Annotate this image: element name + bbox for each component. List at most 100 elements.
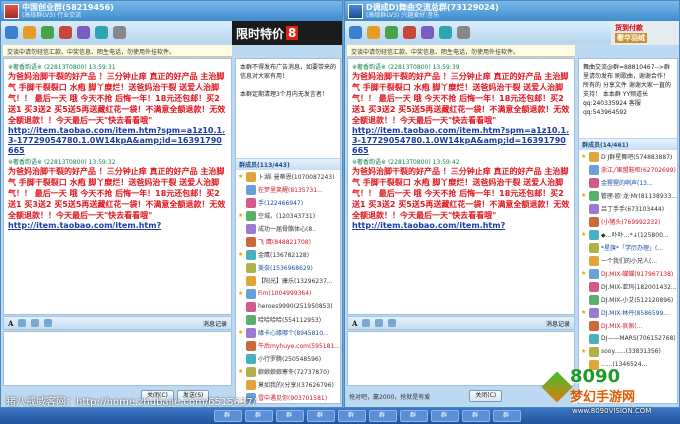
group-sidebar: 本群不得发布广告消息，如要带来的信息对大家有用！ 本群定期清理3个月内无发言者！… [235, 58, 341, 404]
album-icon[interactable] [41, 25, 54, 39]
message-link[interactable]: http://item.taobao.com/item.htm? [352, 221, 570, 231]
member-row[interactable]: heroes9990(251950853) [236, 300, 340, 313]
member-row[interactable]: DJ.MIX-哀佩(... [579, 319, 677, 332]
member-row[interactable]: 吕丁手手(673103444) [579, 202, 677, 215]
chat-icon[interactable] [5, 25, 18, 39]
taskbar-item[interactable]: 群 [400, 410, 428, 422]
taskbar-item[interactable]: 群 [276, 410, 304, 422]
chat-icon[interactable] [349, 25, 362, 39]
member-row[interactable]: ★ ◆…卟卟…*↓(125800... [579, 228, 677, 241]
taskbar-item[interactable]: 群 [245, 410, 273, 422]
share-icon[interactable] [77, 25, 90, 39]
member-list[interactable]: ★ D J群星舞吧(574883887) 浙江╱果盟鞋柜(62702699) 金猩猩的… [579, 150, 677, 371]
member-list[interactable]: ★ 卜湖i 曼蒂恩(1070087243) 在梦里笑醒(8135731... 手(12… [236, 170, 340, 403]
image-icon[interactable] [31, 319, 40, 327]
chat-history[interactable]: ※奢香韵语※ (22813T0800) 13:59:39 为爸妈治脚干裂的好产品… [347, 58, 575, 315]
message-link[interactable]: http://item.taobao.com/item.htm? [8, 221, 227, 231]
member-row[interactable]: 金猩猩的哨声(13... [579, 176, 677, 189]
member-row[interactable]: 美奈(1536968629) [236, 261, 340, 274]
title-bar[interactable]: D调成D)舞曲交流总群(73129024) (高级群LV3) 兴趣爱好:音乐 [345, 1, 679, 21]
chat-history[interactable]: ※奢香韵语※ (22813T0800) 13:59:31 为爸妈治脚干裂的好产品… [3, 58, 232, 315]
screenshot-icon[interactable] [44, 319, 53, 327]
member-row[interactable]: 莫如我的(分享)(37626796) [236, 378, 340, 391]
member-row[interactable]: 午后myhuye.com(595181... [236, 339, 340, 352]
admin-star-icon [581, 206, 587, 212]
font-icon[interactable]: A [352, 319, 357, 328]
member-avatar [588, 190, 599, 201]
member-row[interactable]: 哈哈哈哈(554112953) [236, 313, 340, 326]
member-row[interactable]: ★ 卜湖i 曼蒂恩(1070087243) [236, 170, 340, 183]
taskbar-item[interactable]: 群 [493, 410, 521, 422]
settings-icon[interactable] [457, 25, 470, 39]
admin-star-icon: ★ [581, 230, 587, 238]
ad-banner[interactable]: 货到付款 奢华羽绒 [611, 21, 679, 45]
taskbar-item[interactable]: 群 [431, 410, 459, 422]
member-row[interactable]: DJ.MIX-小艾(512120896) [579, 293, 677, 306]
member-row[interactable]: 手(122466947) [236, 196, 340, 209]
member-row[interactable]: ★ 金鹰(136782128) [236, 248, 340, 261]
member-row[interactable]: 小行罗腾(250548596) [236, 352, 340, 365]
member-row[interactable]: ★ 娘娘娘娘寒冬(72737870) [236, 365, 340, 378]
member-row[interactable]: 成功一届骨骼体心(8.. [236, 222, 340, 235]
screenshot-icon[interactable] [388, 319, 397, 327]
member-row[interactable]: 一个我们的小兄人(... [579, 254, 677, 267]
member-row[interactable]: ★ DJ.MIX-蝶蝶(917967138) [579, 267, 677, 280]
member-row[interactable]: 在梦里笑醒(8135731... [236, 183, 340, 196]
album-icon[interactable] [385, 25, 398, 39]
video-icon[interactable] [439, 25, 452, 39]
message-input[interactable] [347, 331, 575, 386]
close-button[interactable]: 关闭(C) [469, 390, 503, 402]
message-link[interactable]: http://item.taobao.com/item.htm?spm=a1z1… [8, 126, 227, 156]
member-row[interactable]: 飞 鹰(848821708) [236, 235, 340, 248]
taskbar-item[interactable]: 群 [307, 410, 335, 422]
title-bar[interactable]: 中国创业群(58219456) (高级群LV3) 行业交流 [1, 1, 342, 21]
image-icon[interactable] [375, 319, 384, 327]
member-row[interactable]: ★ 管理-欧·龙·Mr(81138933... [579, 189, 677, 202]
share-icon[interactable] [421, 25, 434, 39]
font-icon[interactable]: A [8, 319, 13, 328]
member-name: *星旗*「学历办理」(... [601, 245, 664, 252]
taskbar-item[interactable]: 群 [214, 410, 242, 422]
member-name: 空城。(120343731) [258, 213, 316, 220]
member-name: 浙江╱果盟鞋柜(62702699) [601, 167, 676, 174]
member-row[interactable]: (小猪头(769992232) [579, 215, 677, 228]
member-name: DJ.MIX-亚玛(182001432... [601, 284, 677, 291]
files-icon[interactable] [367, 25, 380, 39]
emoji-icon[interactable] [18, 319, 27, 327]
bbs-icon[interactable] [59, 25, 72, 39]
ad-banner[interactable]: 限时特价 8 [232, 21, 342, 45]
qq-group-window-1: 中国创业群(58219456) (高级群LV3) 行业交流 限时特价 8 交谈中请… [0, 0, 343, 408]
member-row[interactable]: ★ D J群星舞吧(574883887) [579, 150, 677, 163]
member-row[interactable]: ★ 緣卡心缘哪个(8945810... [236, 326, 340, 339]
message-input[interactable] [3, 331, 232, 386]
taskbar-item[interactable]: 群 [369, 410, 397, 422]
member-avatar [589, 320, 599, 331]
message-link[interactable]: http://item.taobao.com/item.htm?spm=a1z1… [352, 126, 570, 156]
member-name: 卜湖i 曼蒂恩(1070087243) [258, 174, 335, 181]
member-avatar [246, 210, 256, 221]
files-icon[interactable] [23, 25, 36, 39]
history-button[interactable]: 消息记录 [203, 319, 227, 328]
member-row[interactable]: DJ——MARS(706152768) [579, 332, 677, 345]
member-row[interactable]: 【阳光】康乐(13296237... [236, 274, 340, 287]
member-row[interactable]: DJ.MIX-亚玛(182001432... [579, 280, 677, 293]
member-name: DJ.MIX-哀佩(... [601, 323, 643, 330]
settings-icon[interactable] [113, 25, 126, 39]
member-row[interactable]: ★ Fim(1004999364) [236, 287, 340, 300]
emoji-icon[interactable] [362, 319, 371, 327]
member-row[interactable]: ★ DJ.MIX-林丹(8586599... [579, 306, 677, 319]
taskbar-item[interactable]: 群 [462, 410, 490, 422]
history-button[interactable]: 消息记录 [546, 319, 570, 328]
member-row[interactable]: 浙江╱果盟鞋柜(62702699) [579, 163, 677, 176]
member-row[interactable]: ★ sooy......(33831356) [579, 345, 677, 358]
member-avatar [246, 366, 256, 377]
member-name: 一个我们的小兄人(... [601, 258, 658, 265]
qq-group-window-2: D调成D)舞曲交流总群(73129024) (高级群LV3) 兴趣爱好:音乐 货… [344, 0, 680, 408]
admin-star-icon: ★ [581, 347, 587, 355]
bbs-icon[interactable] [403, 25, 416, 39]
video-icon[interactable] [95, 25, 108, 39]
taskbar-item[interactable]: 群 [338, 410, 366, 422]
admin-star-icon: ★ [581, 191, 587, 199]
member-row[interactable]: *星旗*「学历办理」(... [579, 241, 677, 254]
member-row[interactable]: ★ 空城。(120343731) [236, 209, 340, 222]
